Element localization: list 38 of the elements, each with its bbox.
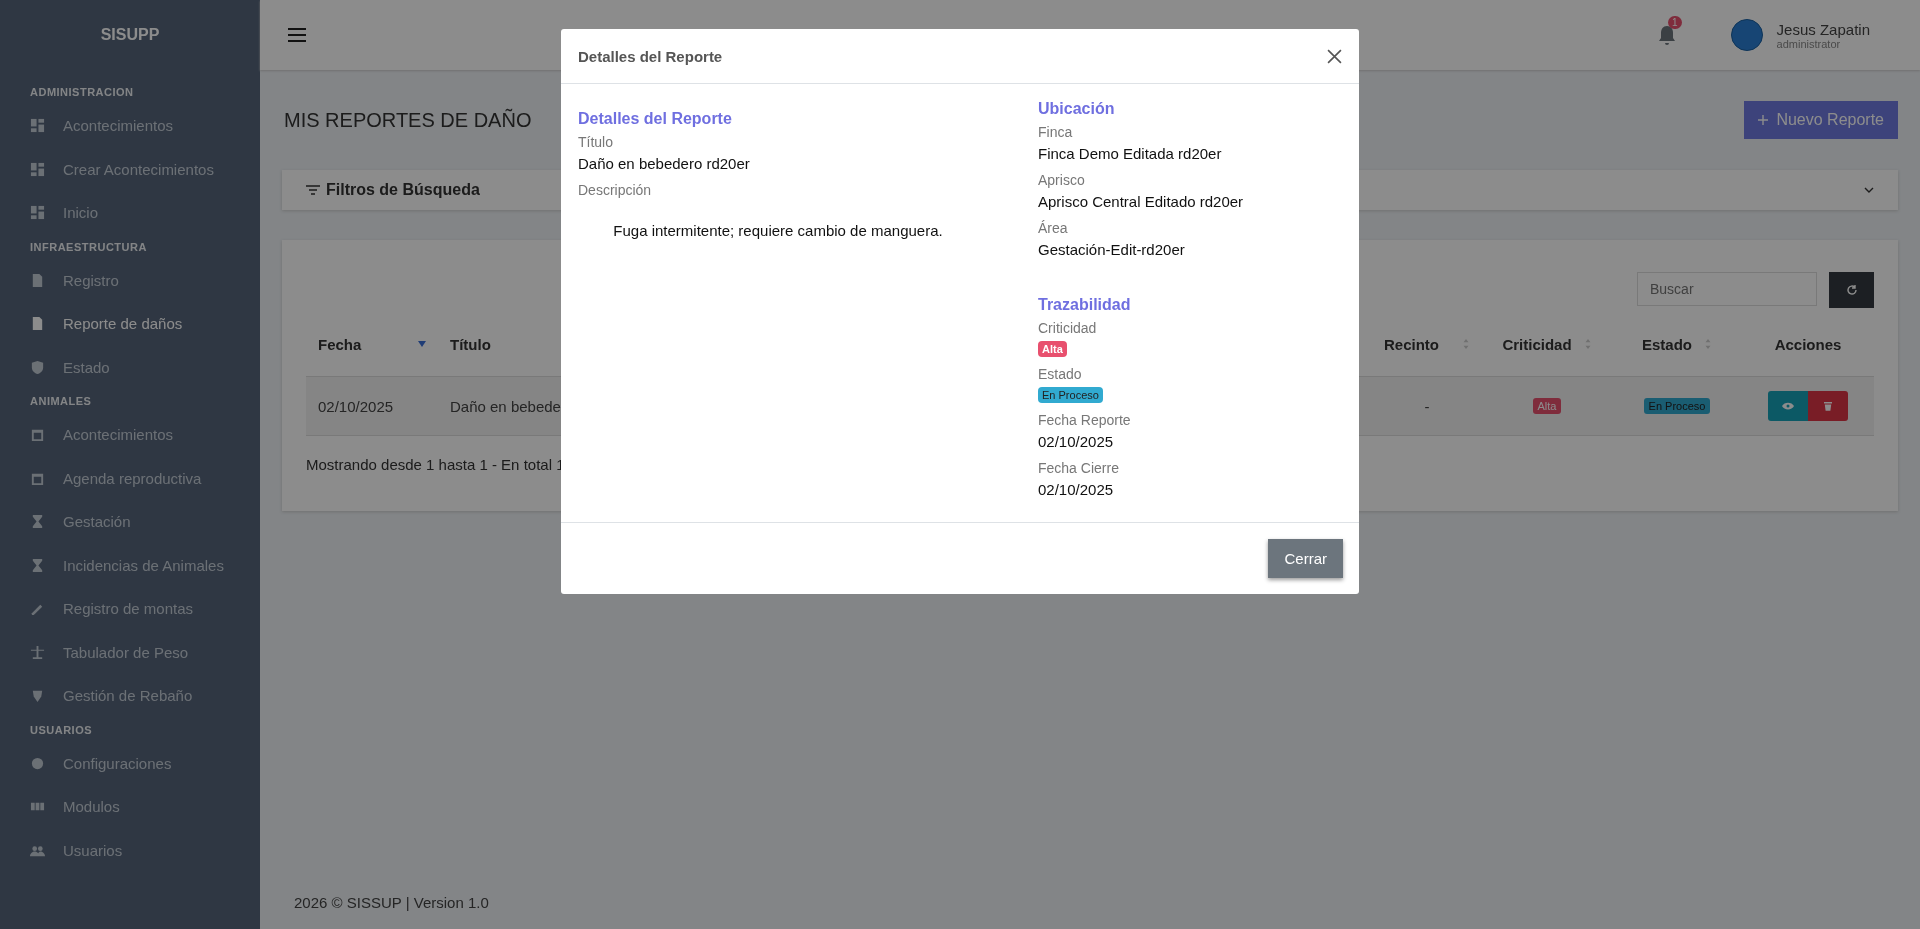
table-cell: Daño en bebede [450,397,561,415]
filters-title: Filtros de Búsqueda [326,181,480,199]
section-heading: INFRAESTRUCTURA [29,239,148,255]
description-text: Fuga intermitente; requiere cambio de manguera. [612,221,944,239]
field-label: Título [578,133,614,152]
field-label: Fecha Cierre [1038,459,1120,478]
user-name: Jesus Zapatin [1776,20,1870,38]
field-value: Daño en bebedero rd20er [578,154,751,174]
table-cell: 02/10/2025 [318,397,394,415]
dialog-title: Detalles del Reporte [578,47,723,65]
field-value: Gestación-Edit-rd20er [1038,240,1186,260]
table-cell: - [1424,397,1430,415]
field-value: Aprisco Central Editado rd20er [1038,192,1245,212]
section-heading: ADMINISTRACION [29,85,135,100]
notification-count: 1 [1668,16,1682,29]
field-value: Finca Demo Editada rd20er [1038,144,1223,164]
field-label: Criticidad [1038,319,1098,338]
criticality-badge: Alta [1532,398,1562,414]
field-label: Estado [1038,365,1083,384]
section-heading: Ubicación [1038,100,1116,118]
page-title: MIS REPORTES DE DAÑO [284,108,532,132]
field-label: Descripción [578,181,653,200]
field-label: Fecha Reporte [1038,411,1132,430]
field-label: Finca [1038,123,1074,142]
section-heading: USUARIOS [29,722,94,738]
field-value: 02/10/2025 [1038,480,1115,500]
status-badge: En Proceso [1038,387,1103,403]
section-heading: Trazabilidad [1038,296,1132,314]
field-value: 02/10/2025 [1038,432,1115,452]
section-heading: Detalles del Reporte [578,110,733,128]
user-role: administrator [1776,37,1841,50]
brand-name: SISUPP [99,26,161,44]
field-label: Área [1038,219,1069,238]
status-badge: Alta [1038,341,1067,357]
section-heading: ANIMALES [29,394,93,409]
footer-text: 2026 © SISSUP | Version 1.0 [293,894,490,913]
field-label: Aprisco [1038,171,1086,190]
status-badge: En Proceso [1643,398,1711,414]
